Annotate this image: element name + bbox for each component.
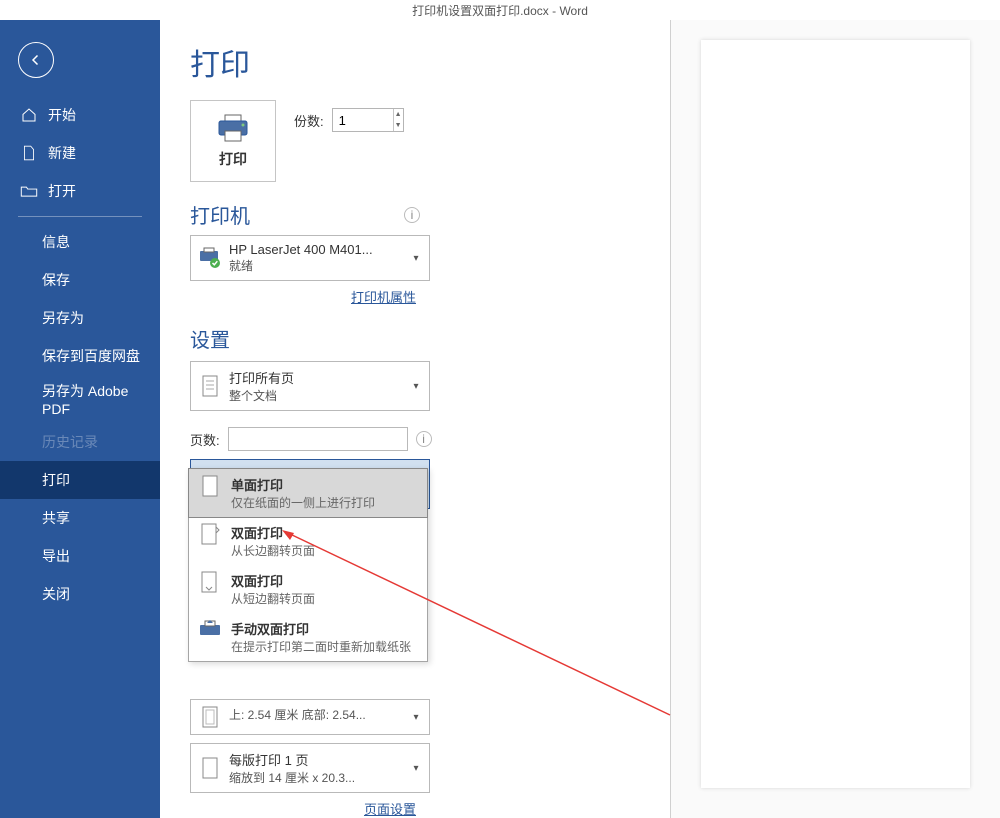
- printer-status-icon: [197, 242, 223, 274]
- printer-properties-link[interactable]: 打印机属性: [190, 287, 416, 306]
- sidebar-label: 开始: [48, 105, 76, 125]
- sidebar-separator: [18, 216, 142, 217]
- printer-heading: 打印机: [190, 200, 250, 229]
- single-page-icon: [197, 475, 223, 497]
- chevron-down-icon: ▾: [409, 750, 423, 786]
- duplex-long-icon: [197, 523, 223, 545]
- copies-input[interactable]: [333, 113, 393, 128]
- home-icon: [20, 106, 38, 124]
- sheet-icon: [197, 750, 223, 786]
- sides-dropdown-menu: 单面打印仅在纸面的一侧上进行打印 双面打印从长边翻转页面 双面打印从短边翻转页面…: [188, 468, 428, 662]
- document-icon: [20, 144, 38, 162]
- duplex-short-icon: [197, 571, 223, 593]
- sidebar-item-home[interactable]: 开始: [0, 96, 160, 134]
- pages-input[interactable]: [228, 427, 408, 451]
- preview-page: [701, 40, 970, 788]
- margins-icon: [197, 706, 223, 728]
- sidebar-item-saveas[interactable]: 另存为: [0, 299, 160, 337]
- sidebar-item-print[interactable]: 打印: [0, 461, 160, 499]
- settings-heading: 设置: [190, 324, 230, 353]
- print-button-label: 打印: [219, 149, 247, 169]
- sidebar-item-share[interactable]: 共享: [0, 499, 160, 537]
- chevron-down-icon: ▾: [409, 706, 423, 728]
- print-preview: [670, 20, 1000, 818]
- sidebar-item-info[interactable]: 信息: [0, 223, 160, 261]
- sidebar-item-export[interactable]: 导出: [0, 537, 160, 575]
- sidebar-item-open[interactable]: 打开: [0, 172, 160, 210]
- print-button[interactable]: 打印: [190, 100, 276, 182]
- sides-option-single[interactable]: 单面打印仅在纸面的一侧上进行打印: [188, 468, 428, 518]
- sides-option-manual-duplex[interactable]: 手动双面打印在提示打印第二面时重新加载纸张: [189, 613, 427, 661]
- backstage-sidebar: 开始 新建 打开 信息 保存 另存为 保存到百度网盘 另存为 Adobe PDF…: [0, 20, 160, 818]
- printer-name: HP LaserJet 400 M401...: [229, 242, 409, 257]
- sidebar-item-history: 历史记录: [0, 423, 160, 461]
- document-title: 打印机设置双面打印.docx - Word: [412, 2, 588, 19]
- sidebar-item-close[interactable]: 关闭: [0, 575, 160, 613]
- document-icon: [197, 368, 223, 404]
- printer-status: 就绪: [229, 257, 409, 274]
- chevron-down-icon: ▾: [409, 242, 423, 274]
- printer-icon: [215, 113, 251, 143]
- pages-per-sheet-dropdown[interactable]: 每版打印 1 页缩放到 14 厘米 x 20.3... ▾: [190, 743, 430, 793]
- spinner-up[interactable]: ▲: [394, 109, 403, 120]
- sidebar-item-save[interactable]: 保存: [0, 261, 160, 299]
- page-setup-link[interactable]: 页面设置: [190, 799, 416, 818]
- print-scope-dropdown[interactable]: 打印所有页整个文档 ▾: [190, 361, 430, 411]
- copies-spinner[interactable]: ▲▼: [332, 108, 404, 132]
- print-panel: 打印 打印 份数: ▲▼ 打印机 i: [160, 20, 660, 818]
- title-bar: 打印机设置双面打印.docx - Word: [0, 0, 1000, 20]
- sides-option-duplex-short[interactable]: 双面打印从短边翻转页面: [189, 565, 427, 613]
- sidebar-label: 打开: [48, 181, 76, 201]
- pages-label: 页数:: [190, 430, 220, 449]
- sidebar-item-new[interactable]: 新建: [0, 134, 160, 172]
- info-icon[interactable]: i: [404, 207, 420, 223]
- sidebar-item-save-baidu[interactable]: 保存到百度网盘: [0, 337, 160, 375]
- back-button[interactable]: [18, 42, 54, 78]
- printer-dropdown[interactable]: HP LaserJet 400 M401... 就绪 ▾: [190, 235, 430, 281]
- sidebar-item-save-adobe[interactable]: 另存为 Adobe PDF: [0, 375, 160, 423]
- chevron-down-icon: ▾: [409, 368, 423, 404]
- manual-duplex-icon: [197, 619, 223, 639]
- folder-open-icon: [20, 182, 38, 200]
- margins-dropdown[interactable]: 上: 2.54 厘米 底部: 2.54... ▾: [190, 699, 430, 735]
- sidebar-label: 新建: [48, 143, 76, 163]
- info-icon[interactable]: i: [416, 431, 432, 447]
- sides-option-duplex-long[interactable]: 双面打印从长边翻转页面: [189, 517, 427, 565]
- back-arrow-icon: [27, 51, 45, 69]
- spinner-down[interactable]: ▼: [394, 120, 403, 131]
- copies-label: 份数:: [294, 111, 324, 130]
- page-title: 打印: [190, 40, 660, 84]
